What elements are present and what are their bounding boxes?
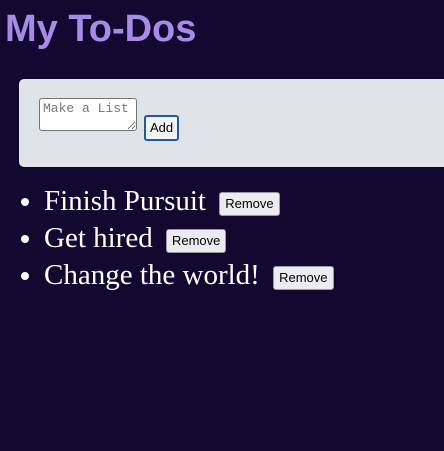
todo-text: Change the world! xyxy=(44,259,260,291)
remove-button[interactable]: Remove xyxy=(273,266,334,290)
todo-text: Finish Pursuit xyxy=(44,185,206,217)
todo-item: Get hired Remove xyxy=(44,220,334,257)
todo-text: Get hired xyxy=(44,222,153,254)
todo-item: Change the world! Remove xyxy=(44,257,334,294)
add-todo-form: Add xyxy=(19,79,444,167)
todo-item: Finish Pursuit Remove xyxy=(44,183,334,220)
remove-button[interactable]: Remove xyxy=(165,229,227,253)
add-button[interactable]: Add xyxy=(144,115,180,141)
todo-input[interactable] xyxy=(39,98,137,131)
remove-button[interactable]: Remove xyxy=(219,192,280,216)
todo-list: Finish Pursuit Remove Get hired Remove C… xyxy=(0,183,334,294)
page-title: My To-Dos xyxy=(5,8,197,50)
